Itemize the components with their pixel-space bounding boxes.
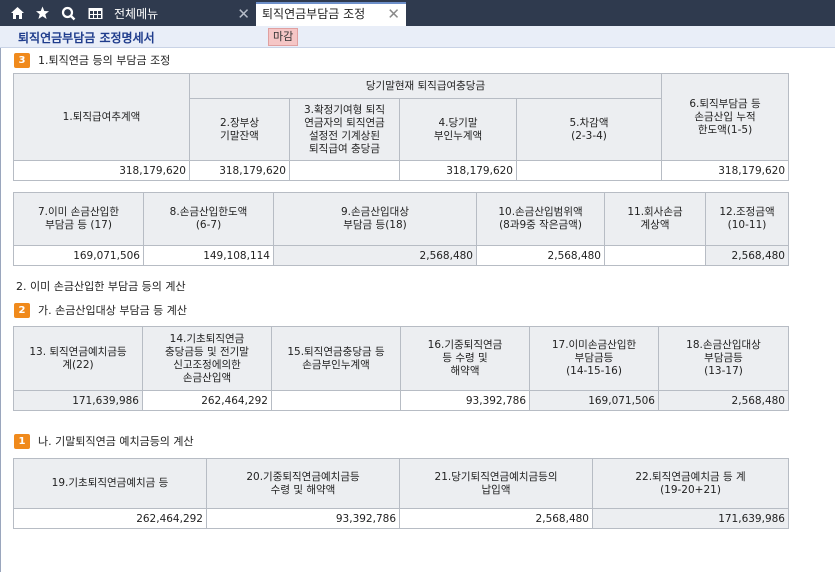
value-cell-7[interactable]: 169,071,506	[13, 245, 144, 266]
subsection-header: 2 가. 손금산입대상 부담금 등 계산	[14, 302, 187, 318]
header-14-opening-reserve: 14.기초퇴직연금 충당금등 및 전기말 신고조정에의한 손금산입액	[142, 326, 272, 391]
header-22-deposit-total: 22.퇴직연금예치금 등 계 (19-20+21)	[592, 458, 789, 509]
grid-menu-icon[interactable]	[84, 2, 106, 24]
value-cell-12: 2,568,480	[705, 245, 789, 266]
section-number-badge: 3	[14, 52, 30, 68]
header-9-deduction-target: 9.손금산입대상 부담금 등(18)	[273, 192, 477, 246]
value-cell-5[interactable]	[515, 160, 663, 181]
header-12-adjustment: 12.조정금액 (10-11)	[705, 192, 789, 246]
header-1-estimated-retirement-pay: 1.퇴직급여추계액	[13, 73, 190, 161]
header-2-book-balance: 2.장부상 기말잔액	[189, 98, 290, 161]
search-icon[interactable]	[57, 2, 79, 24]
value-cell-10[interactable]: 2,568,480	[476, 245, 605, 266]
value-cell-13: 171,639,986	[13, 390, 143, 411]
header-3-dc-reserve: 3.확정기여형 퇴직 연금자의 퇴직연금 설정전 기계상된 퇴직급여 충당금	[289, 98, 400, 161]
value-cell-11[interactable]	[604, 245, 706, 266]
section-title: 가. 손금산입대상 부담금 등 계산	[38, 304, 188, 317]
value-cell-2[interactable]: 318,179,620	[189, 160, 290, 181]
value-cell-20[interactable]: 93,392,786	[206, 508, 400, 529]
value-cell-8[interactable]: 149,108,114	[143, 245, 274, 266]
section-2-title: 2. 이미 손금산입한 부담금 등의 계산	[16, 280, 186, 293]
header-5-difference: 5.차감액 (2-3-4)	[515, 98, 663, 161]
star-icon[interactable]	[31, 2, 53, 24]
value-cell-9: 2,568,480	[273, 245, 477, 266]
value-cell-4[interactable]: 318,179,620	[399, 160, 517, 181]
section-number-badge: 1	[14, 433, 30, 449]
page-title: 퇴직연금부담금 조정명세서	[18, 31, 155, 45]
top-tab-bar: 전체메뉴 ✕ 퇴직연금부담금 조정 ✕	[0, 0, 835, 26]
header-11-company-expense: 11.회사손금 계상액	[604, 192, 706, 246]
value-cell-22: 171,639,986	[592, 508, 789, 529]
section-header: 1 나. 기말퇴직연금 예치금등의 계산	[14, 433, 194, 449]
section-title: 나. 기말퇴직연금 예치금등의 계산	[38, 435, 194, 448]
value-cell-19[interactable]: 262,464,292	[13, 508, 207, 529]
header-6-deduction-limit: 6.퇴직부담금 등 손금산입 누적 한도액(1-5)	[661, 73, 790, 161]
header-15-disallowed-total: 15.퇴직연금충당금 등 손금부인누계액	[271, 326, 401, 391]
closing-deposit-table: 19.기초퇴직연금예치금 등 20.기중퇴직연금예치금등 수령 및 해약액 21…	[13, 458, 789, 529]
header-20-receipts-cancellations: 20.기중퇴직연금예치금등 수령 및 해약액	[206, 458, 400, 509]
section-number-badge: 2	[14, 302, 30, 318]
value-cell-1[interactable]: 318,179,620	[13, 160, 190, 181]
value-cell-14[interactable]: 262,464,292	[142, 390, 272, 411]
left-divider	[0, 48, 1, 572]
header-8-deduction-limit: 8.손금산입한도액 (6-7)	[143, 192, 274, 246]
header-21-payments: 21.당기퇴직연금예치금등의 납입액	[399, 458, 593, 509]
deduction-range-table: 7.이미 손금산입한 부담금 등 (17) 8.손금산입한도액 (6-7) 9.…	[13, 192, 789, 266]
value-cell-15[interactable]	[271, 390, 401, 411]
header-16-receipts-cancellations: 16.기중퇴직연금 등 수령 및 해약액	[400, 326, 530, 391]
value-cell-18: 2,568,480	[658, 390, 789, 411]
header-10-deduction-range: 10.손금산입범위액 (8과9중 작은금액)	[476, 192, 605, 246]
tab-pension-adjustment[interactable]: 퇴직연금부담금 조정 ✕	[256, 2, 406, 26]
status-badge: 마감	[268, 28, 299, 46]
header-7-already-deducted: 7.이미 손금산입한 부담금 등 (17)	[13, 192, 144, 246]
header-19-opening-deposit: 19.기초퇴직연금예치금 등	[13, 458, 207, 509]
tab-label: 퇴직연금부담금 조정	[262, 7, 366, 21]
value-cell-21[interactable]: 2,568,480	[399, 508, 593, 529]
header-4-disallowed-total: 4.당기말 부인누계액	[399, 98, 517, 161]
tab-label: 전체메뉴	[114, 7, 159, 21]
header-17-already-deducted: 17.이미손금산입한 부담금등 (14-15-16)	[529, 326, 659, 391]
value-cell-16[interactable]: 93,392,786	[400, 390, 530, 411]
section-title: 1.퇴직연금 등의 부담금 조정	[38, 54, 171, 67]
close-icon[interactable]: ✕	[387, 4, 400, 24]
value-cell-3[interactable]	[289, 160, 400, 181]
value-cell-17: 169,071,506	[529, 390, 659, 411]
header-group-retirement-reserve: 당기말현재 퇴직급여충당금	[188, 73, 663, 99]
pension-adjustment-table: 1.퇴직급여추계액 당기말현재 퇴직급여충당금 6.퇴직부담금 등 손금산입 누…	[13, 73, 790, 181]
header-13-deposit-total: 13. 퇴직연금예치금등 계(22)	[13, 326, 143, 391]
deduction-target-table: 13. 퇴직연금예치금등 계(22) 14.기초퇴직연금 충당금등 및 전기말 …	[13, 326, 789, 411]
header-18-deduction-target: 18.손금산입대상 부담금등 (13-17)	[658, 326, 789, 391]
page-title-bar: 퇴직연금부담금 조정명세서 마감	[0, 26, 835, 48]
close-icon[interactable]: ✕	[237, 2, 250, 26]
tab-all-menu[interactable]: 전체메뉴 ✕	[108, 2, 256, 26]
home-icon[interactable]	[6, 2, 28, 24]
value-cell-6[interactable]: 318,179,620	[661, 160, 790, 181]
section-header: 3 1.퇴직연금 등의 부담금 조정	[14, 52, 170, 68]
